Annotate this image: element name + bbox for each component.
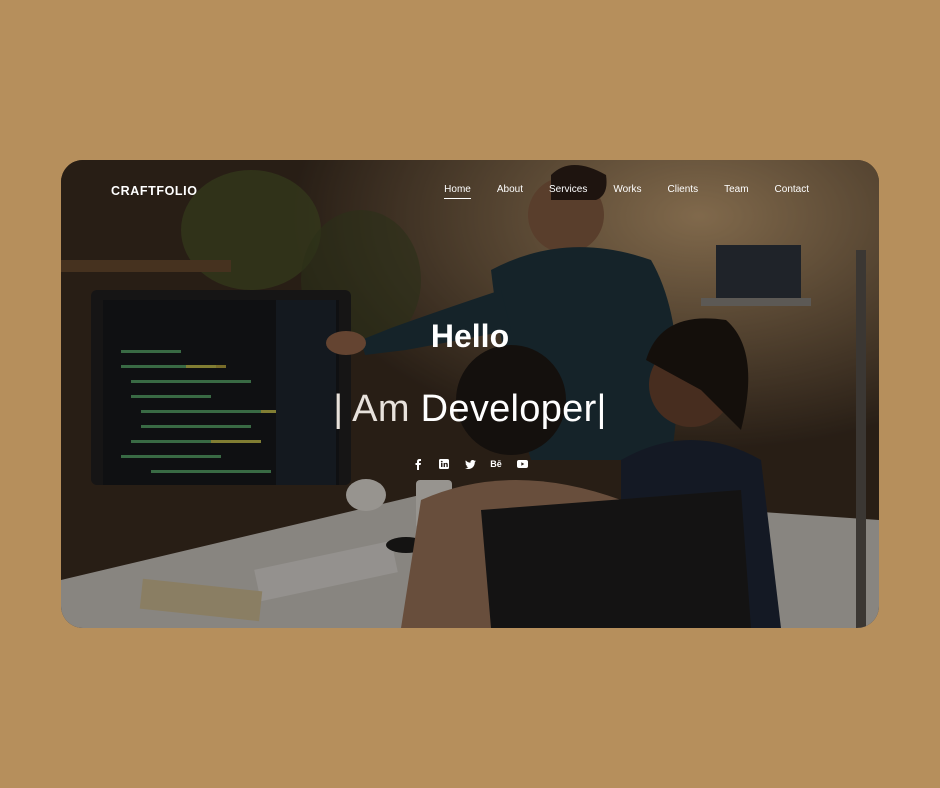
hero-banner: CRAFTFOLIO Home About Services Works Cli… [61,160,879,628]
social-links: Bē [61,458,879,470]
nav-link-about[interactable]: About [497,184,523,199]
linkedin-icon[interactable] [438,458,450,470]
tagline-prefix: | Am [333,388,421,430]
nav-link-contact[interactable]: Contact [775,184,809,199]
main-nav: Home About Services Works Clients Team C… [418,184,809,199]
hero-greeting: Hello [430,318,510,354]
nav-link-works[interactable]: Works [613,184,641,199]
tagline-role: Developer| [420,388,607,430]
facebook-icon[interactable] [412,458,424,470]
brand-logo[interactable]: CRAFTFOLIO [111,184,198,198]
twitter-icon[interactable] [464,458,476,470]
nav-link-home[interactable]: Home [444,184,471,199]
behance-icon[interactable]: Bē [490,458,502,470]
nav-link-clients[interactable]: Clients [668,184,699,199]
nav-link-services[interactable]: Services [549,184,587,199]
hero-tagline: | Am Developer| [61,388,879,431]
nav-link-team[interactable]: Team [724,184,748,199]
youtube-icon[interactable] [516,458,528,470]
